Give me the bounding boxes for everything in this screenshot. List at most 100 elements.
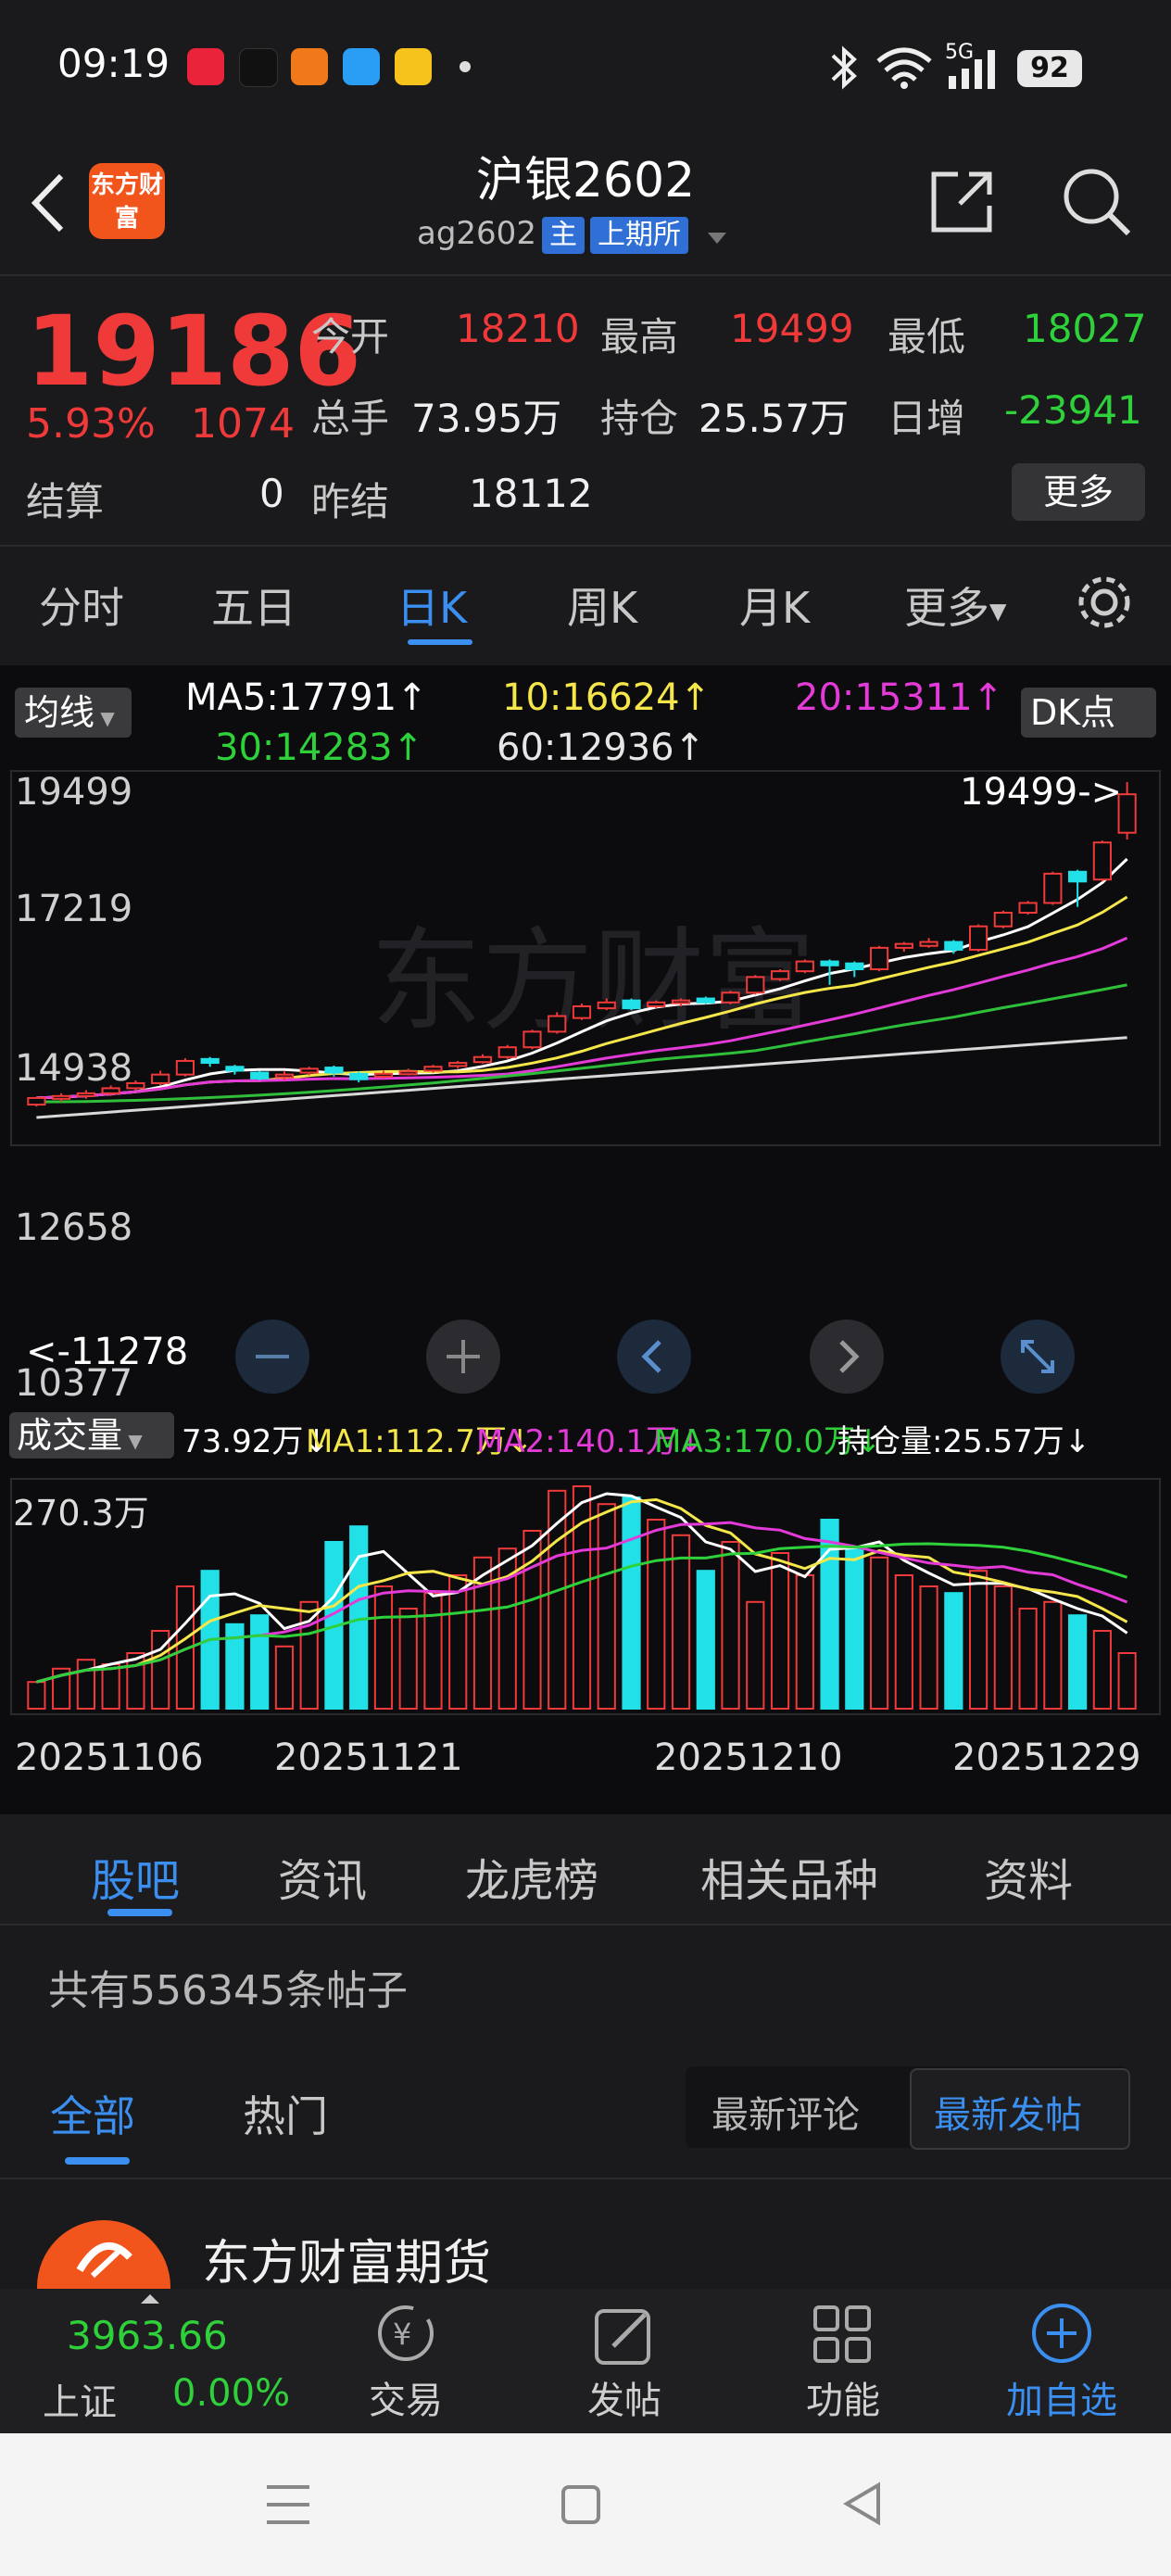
scroll-right-button[interactable] [810,1320,884,1394]
status-bar: 09:19 5G 92 [0,0,1171,130]
zoom-out-button[interactable] [235,1320,309,1394]
sort-latest-comment[interactable]: 最新评论 [711,2085,860,2139]
system-navigation-bar [0,2433,1171,2576]
volume-bar [746,1600,765,1710]
signal-icon [949,50,995,89]
volume-bar [919,1585,938,1710]
filter-hot[interactable]: 热门 [243,2083,328,2144]
tab-related-label: 相关品种 [700,1855,879,1907]
volume-bar [795,1574,814,1710]
y-tick-label: 17219 [15,888,133,930]
candle-body [671,999,691,1004]
ma20-label: 20:15311↑ [795,676,1004,719]
index-name[interactable]: 上证 [43,2372,117,2426]
filter-all[interactable]: 全部 [50,2083,135,2144]
nav-trade[interactable]: ¥ 交易 [361,2302,450,2424]
volume-bar [993,1585,1013,1710]
nav-add-watchlist[interactable]: 加自选 [997,2302,1127,2424]
nav-functions-label: 功能 [806,2380,880,2422]
kline-chart-area[interactable]: 均线 ▼ MA5:17791↑ 10:16624↑ 20:15311↑ 30:1… [0,665,1171,1814]
candle-body [746,976,765,994]
trade-icon: ¥ [378,2305,434,2361]
volume-selector[interactable]: 成交量 ▼ [9,1412,174,1458]
home-icon[interactable] [558,2481,604,2528]
tab-weekly-k[interactable]: 周K [567,575,637,636]
nav-trade-label: 交易 [369,2380,443,2422]
ma10-label: 10:16624↑ [502,676,711,719]
volume-value: 73.95万 [411,396,562,441]
volume-bar [448,1574,468,1710]
prev-settle-label: 昨结 [311,479,390,524]
post-author[interactable]: 东方财富期货 [202,2224,491,2293]
candle-body [647,1001,666,1008]
volume-panel[interactable] [0,1477,1171,1716]
volume-bar [398,1608,418,1710]
tab-forum[interactable]: 股吧 [91,1844,180,1909]
tab-dragon-tiger[interactable]: 龙虎榜 [465,1844,598,1909]
volume-bar [721,1541,740,1710]
candle-body [894,942,913,949]
menu-icon[interactable] [263,2481,313,2528]
candle-body [820,960,839,966]
daily-increase-label: 日增 [888,396,966,441]
back-nav-icon[interactable] [839,2478,886,2530]
tab-profile-label: 资料 [984,1855,1074,1907]
search-icon[interactable] [1060,165,1134,239]
low-marker: <-11278 [26,1331,189,1373]
nav-post-label: 发帖 [587,2380,661,2422]
post-count: 共有556345条帖子 [48,1967,408,2014]
tab-related[interactable]: 相关品种 [700,1844,878,1909]
fullscreen-button[interactable] [1001,1320,1075,1394]
expand-up-icon[interactable] [139,2292,161,2305]
settings-gear-icon[interactable] [1075,573,1134,632]
tab-more[interactable]: 更多▼ [904,575,1006,636]
volume-bar [274,1645,295,1710]
chevron-right-icon [839,1340,860,1373]
index-change[interactable]: 0.00% [172,2372,290,2415]
ma-selector[interactable]: 均线 ▼ [15,688,132,738]
tab-profile[interactable]: 资料 [984,1844,1073,1909]
grid-icon [813,2305,871,2363]
volume-bar [671,1534,691,1710]
dk-point-button[interactable]: DK点 [1021,688,1156,738]
candle-body [968,925,988,951]
candle-body [448,1062,468,1067]
date-label: 20251121 [274,1736,463,1779]
share-icon[interactable] [926,167,997,237]
price-panel[interactable]: 东方财富 [0,769,1171,1147]
sort-latest-post[interactable]: 最新发帖 [934,2085,1082,2139]
instrument-code: ag2602 [417,215,536,252]
high-label: 最高 [600,314,679,360]
tab-five-day[interactable]: 五日 [211,575,296,636]
scroll-left-button[interactable] [617,1320,691,1394]
zoom-in-button[interactable] [426,1320,500,1394]
candle-body [869,946,889,971]
instrument-code-row[interactable]: ag2602 主上期所 [417,215,726,254]
candle-body [770,970,790,980]
tab-minute[interactable]: 分时 [39,575,124,636]
index-value[interactable]: 3963.66 [67,2313,228,2358]
more-button[interactable]: 更多 [1012,463,1145,521]
volume-bar [1068,1614,1088,1710]
open-interest-legend: 持仓量:25.57万↓ [837,1423,1091,1460]
nav-post[interactable]: 发帖 [580,2302,669,2424]
low-label: 最低 [888,314,966,360]
tab-monthly-k[interactable]: 月K [739,575,810,636]
tab-news[interactable]: 资讯 [278,1844,367,1909]
battery-indicator: 92 [1017,50,1082,87]
exchange-tag: 上期所 [589,217,688,254]
volume-axis-max: 270.3万 [13,1493,149,1534]
candle-body [398,1070,418,1076]
tab-daily-k[interactable]: 日K [397,575,467,636]
open-value: 18210 [456,306,580,351]
volume-bar [76,1659,95,1710]
y-tick-label: 19499 [15,771,133,814]
candle-body [250,1071,270,1080]
minus-icon [256,1355,289,1358]
bluetooth-icon [831,45,857,90]
high-marker: 19499-> [960,771,1123,814]
volume-bar [845,1547,864,1710]
candle-body [993,911,1013,928]
volume-bar [101,1663,120,1710]
nav-functions[interactable]: 功能 [799,2302,888,2424]
